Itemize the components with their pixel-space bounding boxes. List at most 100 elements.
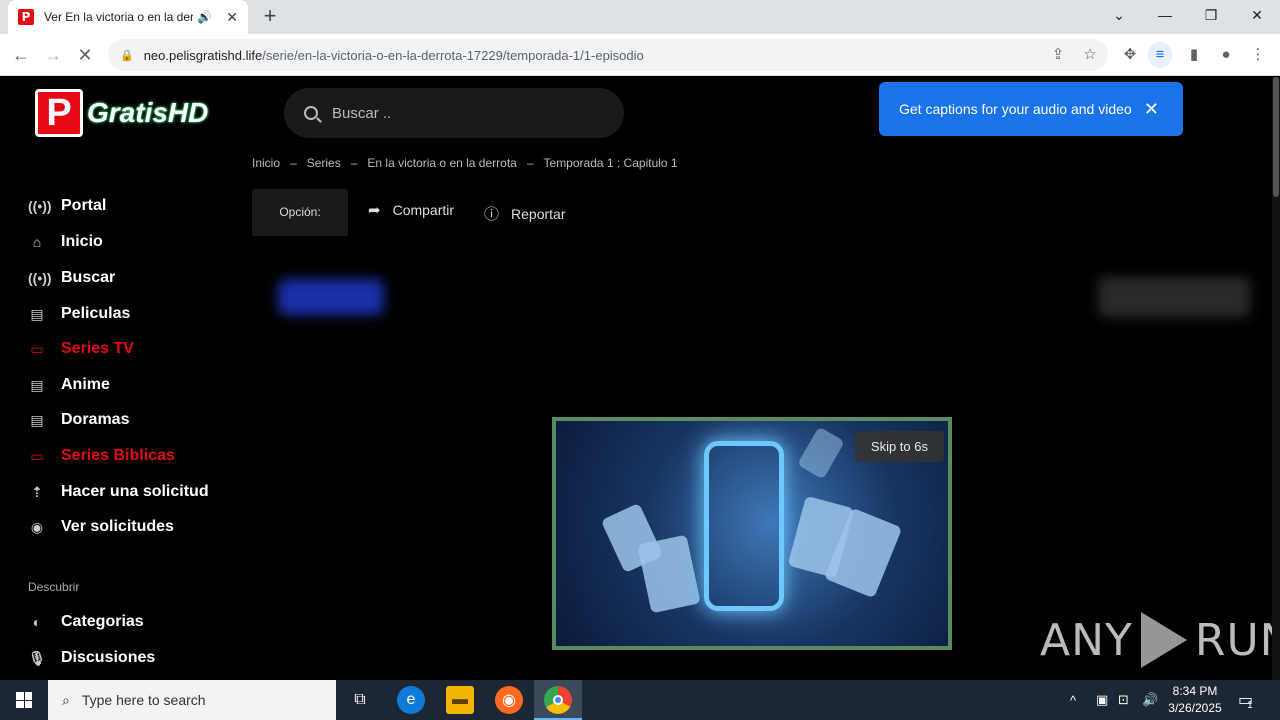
film-icon: ▤ <box>30 305 44 322</box>
half-circle-icon: ◐ <box>32 614 42 630</box>
volume-icon[interactable]: 🔊 <box>1142 680 1158 720</box>
live-caption-popup: Get captions for your audio and video ✕ <box>879 82 1183 136</box>
broadcast-icon: ((•)) <box>28 270 52 286</box>
sidebar-item-label: Peliculas <box>61 305 131 322</box>
close-icon[interactable]: ✕ <box>1144 99 1159 120</box>
share-arrow-icon: ➦ <box>368 202 381 219</box>
blurred-button <box>278 279 384 315</box>
skip-ad-button[interactable]: Skip to 6s <box>854 431 944 462</box>
device-icon[interactable]: ▣ <box>1096 680 1108 720</box>
chrome-icon <box>544 686 572 714</box>
tab-title: Ver En la victoria o en la derrota <box>43 10 194 24</box>
sidebar-item-series-biblicas[interactable]: ▭ Series Biblicas <box>28 447 175 465</box>
forward-button[interactable]: → <box>40 42 66 68</box>
sidebar-item-label: Categorias <box>61 613 144 630</box>
scrollbar-thumb[interactable] <box>1273 77 1279 197</box>
search-icon <box>304 106 318 120</box>
clock-time: 8:34 PM <box>1172 684 1218 698</box>
sidebar-item-label: Series TV <box>61 340 134 357</box>
breadcrumb-inicio[interactable]: Inicio <box>252 156 280 170</box>
taskbar-search-placeholder: Type here to search <box>81 692 206 708</box>
windows-taskbar: ⌕ Type here to search ⧉ e ▬ ◉ ^ ▣ ⊡ 🔊 8:… <box>0 680 1280 720</box>
site-favicon-icon: P <box>18 9 34 25</box>
breadcrumb-separator: – <box>350 156 358 170</box>
notification-center-icon[interactable]: ▭ 1 <box>1238 680 1253 720</box>
system-clock[interactable]: 8:34 PM 3/26/2025 <box>1162 683 1228 717</box>
option-button[interactable]: Opción: <box>252 189 348 236</box>
new-tab-button[interactable]: + <box>258 4 282 28</box>
file-explorer-icon[interactable]: ▬ <box>446 686 474 714</box>
breadcrumb-separator: – <box>526 156 534 170</box>
watermark-right: RUN <box>1194 614 1272 666</box>
sidebar-item-doramas[interactable]: ▤ Doramas <box>28 411 129 429</box>
upload-icon: ⇡ <box>31 483 43 500</box>
sidebar-item-label: Hacer una solicitud <box>61 483 209 500</box>
taskbar-search-box[interactable]: ⌕ Type here to search <box>48 680 336 720</box>
home-icon: ⌂ <box>32 234 42 250</box>
sidebar-item-label: Anime <box>61 376 110 393</box>
sidebar-item-buscar[interactable]: ((•)) Buscar <box>28 269 115 287</box>
url-text: neo.pelisgratishd.life/serie/en-la-victo… <box>144 48 644 63</box>
film-icon: ▤ <box>30 376 44 393</box>
back-button[interactable]: ← <box>8 42 34 68</box>
bookmark-star-icon[interactable]: ☆ <box>1078 42 1102 68</box>
report-button[interactable]: ⓘ Reportar <box>484 203 565 224</box>
sidebar-item-ver-solicitudes[interactable]: ◉ Ver solicitudes <box>28 518 174 536</box>
anyrun-watermark: ANY RUN <box>1040 612 1272 668</box>
web-page: P GratisHD Buscar .. Inicio – Series – E… <box>0 77 1272 680</box>
sidebar-item-anime[interactable]: ▤ Anime <box>28 376 110 394</box>
side-panel-icon[interactable]: ▮ <box>1182 42 1206 68</box>
restore-button[interactable]: ❐ <box>1188 0 1234 30</box>
video-ad-player[interactable]: Skip to 6s <box>552 417 952 650</box>
sidebar-item-peliculas[interactable]: ▤ Peliculas <box>28 305 130 323</box>
breadcrumb-separator: – <box>290 156 297 170</box>
profile-avatar-icon[interactable]: ● <box>1214 42 1238 68</box>
sidebar-item-series-tv[interactable]: ▭ Series TV <box>28 340 134 358</box>
sidebar-item-inicio[interactable]: ⌂ Inicio <box>28 233 103 251</box>
alert-circle-icon: ⓘ <box>484 206 500 223</box>
logo-text: GratisHD <box>87 97 209 128</box>
address-bar[interactable]: 🔒 neo.pelisgratishd.life/serie/en-la-vic… <box>108 39 1108 71</box>
site-search-input[interactable]: Buscar .. <box>284 88 624 138</box>
tv-icon: ▭ <box>30 340 44 357</box>
start-button[interactable] <box>0 680 48 720</box>
breadcrumb: Inicio – Series – En la victoria o en la… <box>252 156 678 170</box>
task-view-icon[interactable]: ⧉ <box>346 686 374 714</box>
browser-tab[interactable]: P Ver En la victoria o en la derrota 🔊 ✕ <box>8 0 248 34</box>
menu-kebab-icon[interactable]: ⋮ <box>1246 42 1270 68</box>
share-page-icon[interactable]: ⇪ <box>1046 42 1070 68</box>
show-hidden-icons-chevron-icon[interactable]: ^ <box>1070 680 1076 720</box>
tab-close-icon[interactable]: ✕ <box>226 9 238 26</box>
breadcrumb-show[interactable]: En la victoria o en la derrota <box>367 156 516 170</box>
sidebar-item-label: Series Biblicas <box>61 447 175 464</box>
browser-toolbar: ← → ✕ 🔒 neo.pelisgratishd.life/serie/en-… <box>0 34 1280 76</box>
sidebar-item-label: Doramas <box>61 411 130 428</box>
sidebar-item-label: Portal <box>61 197 107 214</box>
tv-icon: ▭ <box>30 447 44 464</box>
firefox-icon[interactable]: ◉ <box>495 686 523 714</box>
page-scrollbar[interactable] <box>1272 77 1280 680</box>
extensions-icon[interactable]: ✥ <box>1118 42 1142 68</box>
stop-loading-button[interactable]: ✕ <box>72 42 98 68</box>
audio-playing-icon[interactable]: 🔊 <box>197 10 212 24</box>
edge-browser-icon[interactable]: e <box>397 686 425 714</box>
site-logo[interactable]: P GratisHD <box>35 89 208 137</box>
media-controls-icon[interactable]: ≡ <box>1148 42 1172 68</box>
tab-strip: P Ver En la victoria o en la derrota 🔊 ✕… <box>0 0 1280 34</box>
notification-count: 1 <box>1247 699 1253 711</box>
sidebar-item-portal[interactable]: ((•)) Portal <box>28 197 106 215</box>
lock-icon[interactable]: 🔒 <box>120 49 134 62</box>
caption-popup-text: Get captions for your audio and video <box>899 101 1132 117</box>
sidebar-item-categorias[interactable]: ◐ Categorias <box>28 613 144 631</box>
url-path: /serie/en-la-victoria-o-en-la-derrota-17… <box>262 47 644 63</box>
watermark-left: ANY <box>1040 614 1133 666</box>
breadcrumb-series[interactable]: Series <box>307 156 341 170</box>
close-window-button[interactable]: ✕ <box>1234 0 1280 30</box>
report-label: Reportar <box>511 205 566 222</box>
network-icon[interactable]: ⊡ <box>1118 680 1129 720</box>
sidebar-item-hacer-solicitud[interactable]: ⇡ Hacer una solicitud <box>28 483 209 501</box>
minimize-button[interactable]: — <box>1142 0 1188 30</box>
sidebar-item-discusiones[interactable]: 🎙 Discusiones <box>28 649 155 667</box>
tab-search-chevron-icon[interactable]: ⌄ <box>1096 0 1142 30</box>
share-button[interactable]: ➦ Compartir <box>368 201 454 219</box>
